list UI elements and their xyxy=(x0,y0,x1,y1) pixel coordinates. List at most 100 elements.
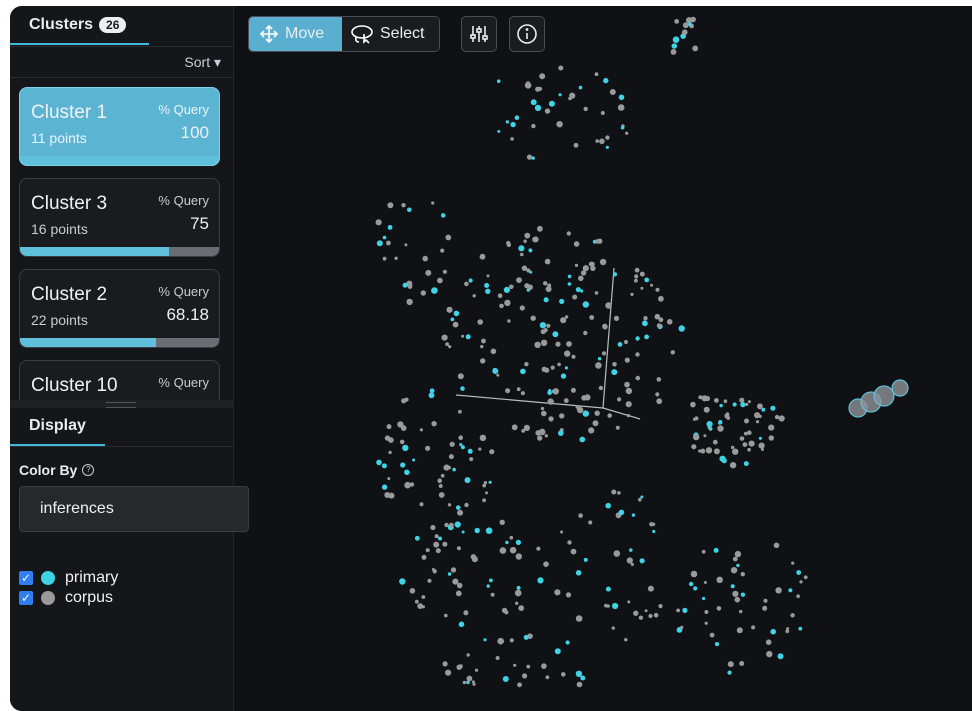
data-point[interactable] xyxy=(386,240,391,246)
data-point[interactable] xyxy=(580,289,584,293)
data-point[interactable] xyxy=(639,558,645,564)
data-point[interactable] xyxy=(559,413,565,419)
data-point[interactable] xyxy=(558,430,564,437)
data-point[interactable] xyxy=(499,303,504,309)
data-point[interactable] xyxy=(701,395,708,402)
data-point[interactable] xyxy=(515,601,519,605)
data-point[interactable] xyxy=(404,469,410,476)
help-icon[interactable]: ? xyxy=(82,464,95,476)
data-point[interactable] xyxy=(387,225,393,230)
data-point[interactable] xyxy=(388,492,395,499)
data-point[interactable] xyxy=(708,427,713,431)
data-point[interactable] xyxy=(524,82,532,89)
data-point[interactable] xyxy=(611,489,617,495)
data-point[interactable] xyxy=(509,535,514,540)
data-point[interactable] xyxy=(461,530,465,534)
data-point[interactable] xyxy=(740,572,745,577)
data-point[interactable] xyxy=(530,99,537,106)
data-point[interactable] xyxy=(565,592,572,598)
data-point[interactable] xyxy=(419,428,423,432)
data-point[interactable] xyxy=(478,447,482,451)
data-point[interactable] xyxy=(588,427,595,434)
data-point[interactable] xyxy=(529,270,533,274)
data-point[interactable] xyxy=(394,256,398,260)
data-point[interactable] xyxy=(573,142,579,148)
data-point[interactable] xyxy=(468,278,473,283)
data-point[interactable] xyxy=(580,675,586,681)
data-point[interactable] xyxy=(404,481,411,489)
data-point[interactable] xyxy=(445,669,452,676)
data-point[interactable] xyxy=(612,602,619,610)
data-point[interactable] xyxy=(523,239,527,243)
data-point[interactable] xyxy=(578,275,584,282)
data-point[interactable] xyxy=(467,448,473,454)
data-point[interactable] xyxy=(698,449,702,453)
data-point[interactable] xyxy=(541,663,547,669)
data-point[interactable] xyxy=(729,462,737,469)
data-point[interactable] xyxy=(428,392,435,399)
data-point[interactable] xyxy=(540,406,545,411)
data-point[interactable] xyxy=(518,245,525,252)
data-point[interactable] xyxy=(629,548,633,552)
data-point[interactable] xyxy=(609,89,616,95)
data-point[interactable] xyxy=(455,590,462,597)
data-point[interactable] xyxy=(387,202,394,209)
settings-button[interactable] xyxy=(461,16,497,52)
data-point[interactable] xyxy=(579,436,586,443)
data-point[interactable] xyxy=(544,434,548,438)
data-point[interactable] xyxy=(479,434,487,441)
data-point[interactable] xyxy=(567,282,572,286)
data-point[interactable] xyxy=(626,557,633,564)
data-point[interactable] xyxy=(506,240,511,246)
data-point[interactable] xyxy=(493,367,497,372)
data-point[interactable] xyxy=(576,681,583,688)
data-point[interactable] xyxy=(539,73,546,80)
data-point[interactable] xyxy=(598,385,604,391)
data-point[interactable] xyxy=(642,320,648,327)
cluster-card[interactable]: Cluster 1 11 points % Query 100 xyxy=(19,87,220,166)
data-point[interactable] xyxy=(550,365,555,370)
data-point[interactable] xyxy=(754,412,761,419)
data-point[interactable] xyxy=(450,567,457,573)
data-point[interactable] xyxy=(672,36,680,43)
tab-clusters[interactable]: Clusters 26 xyxy=(10,6,149,45)
data-point[interactable] xyxy=(736,563,740,568)
data-point[interactable] xyxy=(578,85,583,90)
data-point[interactable] xyxy=(523,634,529,640)
data-point[interactable] xyxy=(425,269,432,276)
data-point[interactable] xyxy=(594,291,599,295)
data-point[interactable] xyxy=(435,548,441,554)
data-point[interactable] xyxy=(578,513,583,518)
data-point[interactable] xyxy=(503,286,510,293)
data-point[interactable] xyxy=(509,284,514,290)
data-point[interactable] xyxy=(480,358,486,364)
data-point[interactable] xyxy=(692,417,697,421)
data-point[interactable] xyxy=(565,640,570,645)
data-point[interactable] xyxy=(458,664,463,669)
data-point[interactable] xyxy=(536,546,541,551)
data-point[interactable] xyxy=(773,542,780,549)
data-point[interactable] xyxy=(455,505,461,510)
data-point[interactable] xyxy=(716,606,722,611)
data-point[interactable] xyxy=(522,673,528,679)
data-point[interactable] xyxy=(442,269,447,274)
data-point[interactable] xyxy=(544,108,551,114)
data-point[interactable] xyxy=(633,610,639,616)
data-point[interactable] xyxy=(618,509,625,516)
data-point[interactable] xyxy=(725,412,730,416)
data-point[interactable] xyxy=(617,491,621,495)
data-point[interactable] xyxy=(431,201,435,205)
data-point[interactable] xyxy=(464,477,471,484)
data-point[interactable] xyxy=(420,290,426,296)
data-point[interactable] xyxy=(497,637,505,645)
data-point[interactable] xyxy=(505,388,511,394)
data-point[interactable] xyxy=(634,278,638,283)
data-point[interactable] xyxy=(543,281,548,286)
data-point[interactable] xyxy=(524,362,529,367)
data-point[interactable] xyxy=(440,248,445,253)
data-point[interactable] xyxy=(605,302,612,309)
data-point[interactable] xyxy=(488,480,492,484)
data-point[interactable] xyxy=(532,236,539,243)
data-point[interactable] xyxy=(654,313,661,320)
data-point[interactable] xyxy=(438,484,443,488)
